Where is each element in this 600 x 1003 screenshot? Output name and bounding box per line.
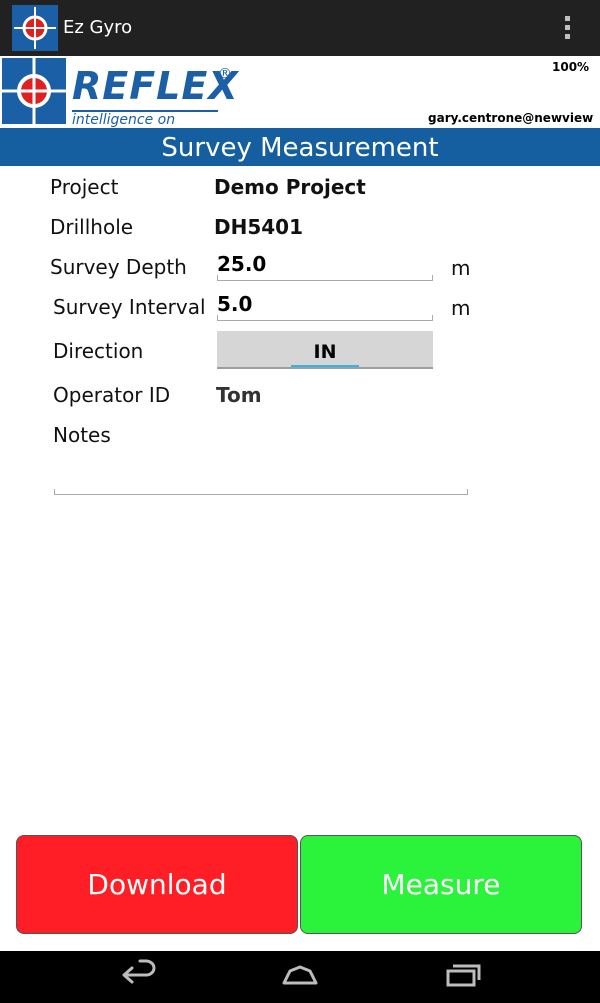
reflex-logo-icon xyxy=(2,58,66,124)
navigation-bar xyxy=(0,951,600,999)
notes-input[interactable] xyxy=(54,488,468,495)
survey-depth-unit: m xyxy=(451,256,471,280)
logo-registered-mark: ® xyxy=(218,66,232,82)
measure-button[interactable]: Measure xyxy=(300,835,582,934)
direction-value: IN xyxy=(313,341,337,363)
survey-interval-input[interactable]: 5.0 xyxy=(217,292,433,321)
survey-interval-label: Survey Interval xyxy=(53,295,206,319)
direction-label: Direction xyxy=(53,339,144,363)
download-button[interactable]: Download xyxy=(16,835,298,934)
operator-label: Operator ID xyxy=(53,383,171,407)
drillhole-value: DH5401 xyxy=(214,215,304,239)
logo-wordmark: REFLEX xyxy=(72,64,239,108)
section-title: Survey Measurement xyxy=(0,128,600,166)
back-icon[interactable] xyxy=(110,951,166,999)
survey-depth-input[interactable]: 25.0 xyxy=(217,252,433,281)
operator-value: Tom xyxy=(216,383,262,407)
survey-interval-value: 5.0 xyxy=(217,292,253,316)
survey-depth-value: 25.0 xyxy=(217,252,267,276)
project-label: Project xyxy=(50,175,119,199)
home-icon[interactable] xyxy=(272,951,328,999)
drillhole-label: Drillhole xyxy=(50,215,134,239)
recent-apps-icon[interactable] xyxy=(436,951,492,999)
crosshair-icon[interactable] xyxy=(12,5,58,51)
survey-interval-unit: m xyxy=(451,296,471,320)
app-title: Ez Gyro xyxy=(63,17,133,38)
overflow-menu-icon[interactable] xyxy=(556,14,578,42)
project-value: Demo Project xyxy=(214,175,366,199)
direction-toggle-button[interactable]: IN xyxy=(217,331,433,369)
notes-label: Notes xyxy=(53,423,111,447)
battery-level: 100% xyxy=(552,60,590,74)
user-email: gary.centrone@newview xyxy=(428,111,594,125)
direction-focus-indicator xyxy=(291,365,359,367)
survey-depth-label: Survey Depth xyxy=(50,255,187,279)
